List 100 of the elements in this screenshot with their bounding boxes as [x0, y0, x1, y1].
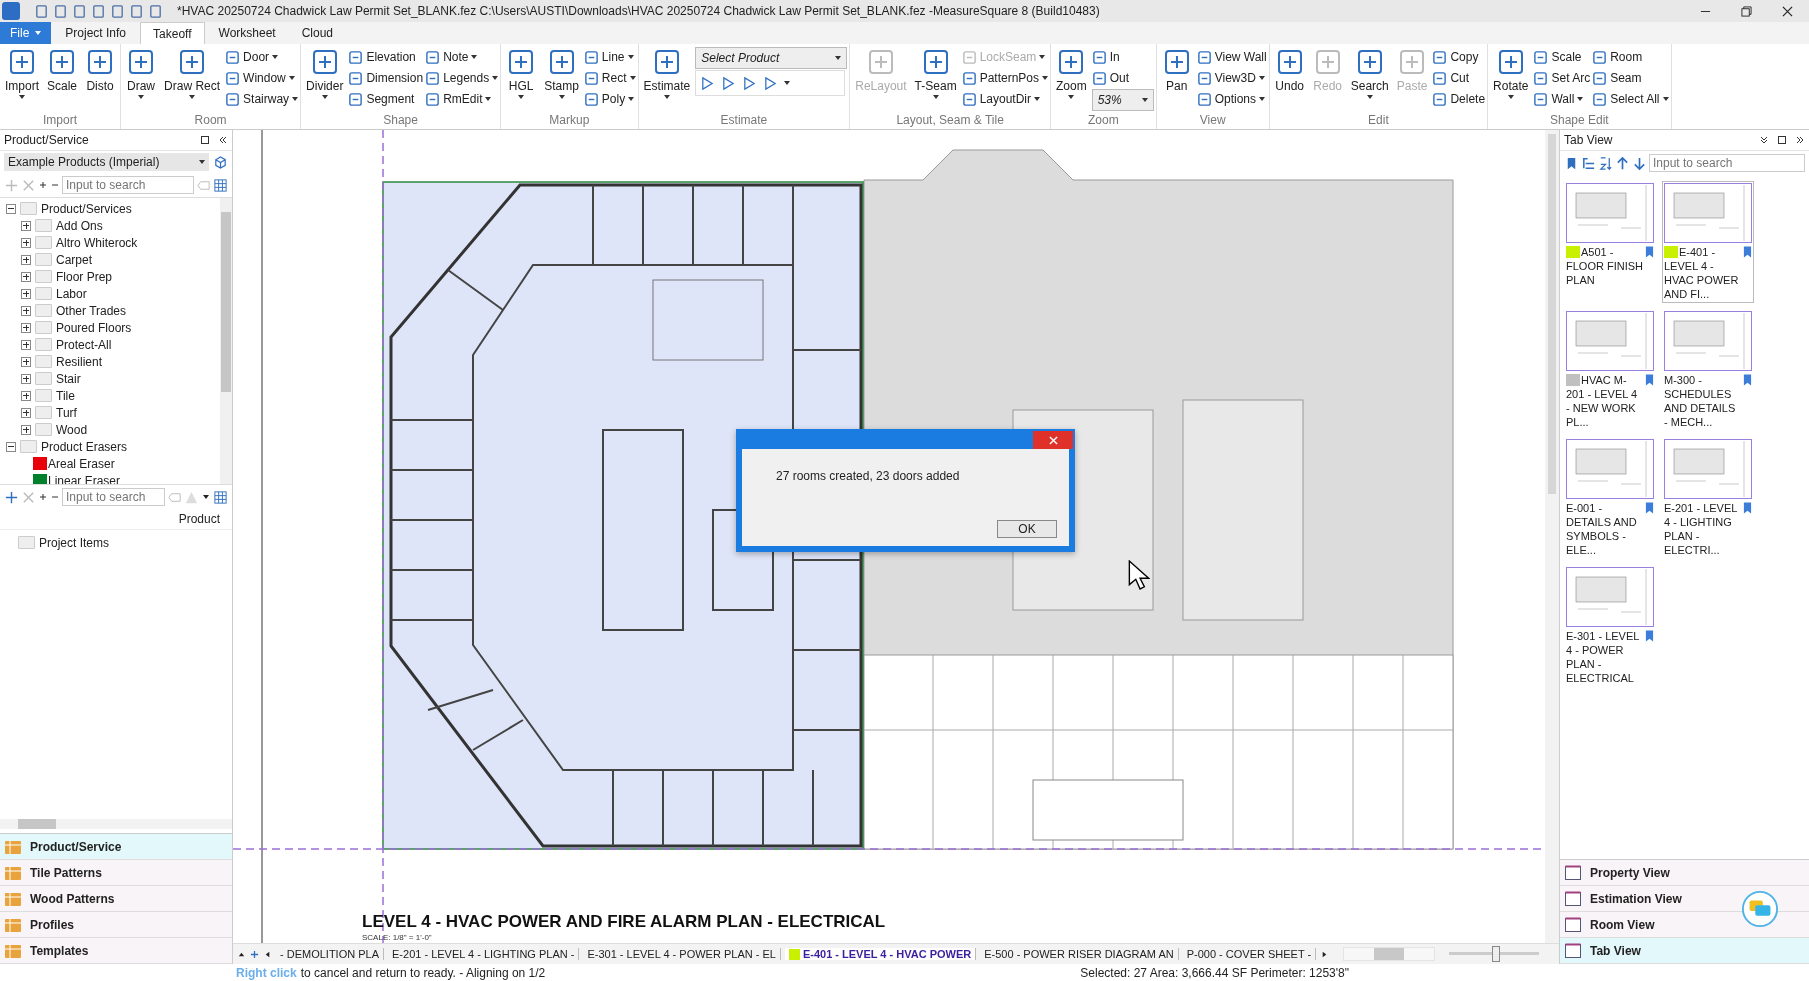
ok-button[interactable]: OK: [997, 520, 1057, 538]
tree-item[interactable]: Project Items: [0, 534, 232, 551]
panel-nav-item[interactable]: Room View: [1560, 912, 1809, 938]
grid-icon[interactable]: [213, 489, 228, 505]
add-icon[interactable]: [250, 949, 259, 959]
ribbon-button[interactable]: Door: [225, 47, 299, 67]
tree-item[interactable]: Linear Eraser: [0, 472, 220, 484]
panel-nav-item[interactable]: Property View: [1560, 860, 1809, 886]
expand-toggle-icon[interactable]: [21, 356, 31, 367]
ribbon-button[interactable]: In: [1091, 47, 1154, 67]
tree-item[interactable]: Labor: [0, 285, 220, 302]
expand-toggle-icon[interactable]: [21, 254, 31, 265]
tree-item[interactable]: Product/Services: [0, 200, 220, 217]
ribbon-button[interactable]: View3D: [1196, 68, 1267, 88]
ribbon-button[interactable]: Divider: [303, 47, 347, 99]
bookmark-icon[interactable]: [1743, 502, 1752, 514]
sheet-card[interactable]: A501 - FLOOR FINISH PLAN: [1564, 181, 1656, 303]
expand-icon[interactable]: [1795, 135, 1805, 145]
tree-item[interactable]: Tile: [0, 387, 220, 404]
tree-item[interactable]: Altro Whiterock: [0, 234, 220, 251]
collapse-icon[interactable]: [218, 135, 228, 145]
panel-nav-item[interactable]: Tile Patterns: [0, 860, 232, 886]
expand-toggle-icon[interactable]: [21, 237, 31, 248]
tree-item[interactable]: Areal Eraser: [0, 455, 220, 472]
ribbon-button[interactable]: Window: [225, 68, 299, 88]
expand-toggle-icon[interactable]: [21, 271, 31, 282]
ribbon-button[interactable]: Room: [1592, 47, 1669, 67]
ribbon-button[interactable]: View Wall: [1196, 47, 1267, 67]
ribbon-button[interactable]: Seam: [1592, 68, 1669, 88]
sheet-card[interactable]: M-300 - SCHEDULES AND DETAILS - MECH...: [1662, 309, 1754, 431]
ribbon-button[interactable]: LayoutDir: [961, 89, 1048, 109]
ribbon-button[interactable]: PatternPos: [961, 68, 1048, 88]
tree-item[interactable]: Other Trades: [0, 302, 220, 319]
ribbon-button[interactable]: RmEdit: [425, 89, 499, 109]
expand-toggle-icon[interactable]: [21, 424, 31, 435]
search-field[interactable]: Input to search: [62, 176, 194, 194]
ribbon-button[interactable]: Legends: [425, 68, 499, 88]
expand-toggle-icon[interactable]: [21, 407, 31, 418]
tree-item[interactable]: Protect-All: [0, 336, 220, 353]
ribbon-tab[interactable]: Takeoff: [140, 22, 205, 44]
ribbon-button[interactable]: Delete: [1432, 89, 1486, 109]
search-field[interactable]: Input to search: [62, 488, 165, 506]
ribbon-button[interactable]: Draw Rect: [161, 47, 224, 99]
ribbon-button[interactable]: Undo: [1271, 47, 1308, 93]
float-icon[interactable]: [1777, 135, 1787, 145]
sheet-card[interactable]: E-201 - LEVEL 4 - LIGHTING PLAN - ELECTRI...: [1662, 437, 1754, 559]
expand-toggle-icon[interactable]: [21, 339, 31, 350]
ribbon-button[interactable]: Import: [2, 47, 42, 99]
ribbon-button[interactable]: Line: [583, 47, 636, 67]
tree-item[interactable]: Resilient: [0, 353, 220, 370]
tree-item[interactable]: Poured Floors: [0, 319, 220, 336]
tree-item[interactable]: Floor Prep: [0, 268, 220, 285]
sheet-card[interactable]: HVAC M-201 - LEVEL 4 - NEW WORK PL...: [1564, 309, 1656, 431]
dropdown-field[interactable]: 53%: [1091, 89, 1154, 111]
ribbon-button[interactable]: Out: [1091, 68, 1154, 88]
tree-item[interactable]: Add Ons: [0, 217, 220, 234]
panel-nav-item[interactable]: Wood Patterns: [0, 886, 232, 912]
ribbon-tab[interactable]: Worksheet: [206, 22, 288, 44]
bookmark-icon[interactable]: [1743, 374, 1752, 386]
float-icon[interactable]: [200, 135, 210, 145]
ribbon-button[interactable]: Draw: [123, 47, 160, 99]
column-header[interactable]: Product: [0, 509, 232, 530]
file-menu-button[interactable]: File: [0, 22, 52, 44]
scrollbar[interactable]: [0, 819, 232, 829]
quick-access-icon[interactable]: [72, 3, 87, 19]
expand-toggle-icon[interactable]: [6, 203, 16, 214]
sort-icon[interactable]: [1598, 155, 1613, 171]
ribbon-button[interactable]: Stairway: [225, 89, 299, 109]
ribbon-tab[interactable]: Cloud: [289, 22, 346, 44]
close-icon[interactable]: [1782, 5, 1793, 17]
panel-nav-item[interactable]: Tab View: [1560, 938, 1809, 964]
arrow-down-icon[interactable]: [1632, 155, 1647, 171]
sheet-tab[interactable]: E-301 - LEVEL 4 - POWER PLAN - EL: [583, 948, 781, 960]
quick-access-icon[interactable]: [53, 3, 68, 19]
left-arrow-icon[interactable]: [263, 949, 272, 959]
close-button[interactable]: [1033, 431, 1073, 449]
ribbon-button[interactable]: Scale: [1533, 47, 1591, 67]
ribbon-button[interactable]: Zoom: [1053, 47, 1090, 99]
panel-nav-item[interactable]: Profiles: [0, 912, 232, 938]
ribbon-button[interactable]: Dimension: [348, 68, 424, 88]
expand-toggle-icon[interactable]: [21, 288, 31, 299]
panel-nav-item[interactable]: Product/Service: [0, 834, 232, 860]
restore-icon[interactable]: [1741, 5, 1752, 17]
ribbon-button[interactable]: Scale: [44, 47, 81, 93]
ribbon-button[interactable]: Rect: [583, 68, 636, 88]
ribbon-button[interactable]: Wall: [1533, 89, 1591, 109]
ribbon-button[interactable]: T-Seam: [911, 47, 960, 99]
tree-item[interactable]: Wood: [0, 421, 220, 438]
ribbon-button[interactable]: Note: [425, 47, 499, 67]
expand-toggle-icon[interactable]: [21, 322, 31, 333]
ribbon-button[interactable]: Segment: [348, 89, 424, 109]
tree-item[interactable]: Carpet: [0, 251, 220, 268]
tree-list-icon[interactable]: [1581, 155, 1596, 171]
ribbon-button[interactable]: Stamp: [541, 47, 582, 99]
bookmark-icon[interactable]: [1645, 246, 1654, 258]
ribbon-button[interactable]: Estimate: [640, 47, 694, 99]
sheet-tab[interactable]: - DEMOLITION PLA: [276, 948, 385, 960]
ribbon-button[interactable]: Pan: [1158, 47, 1195, 93]
quick-access-icon[interactable]: [91, 3, 106, 19]
sheet-card[interactable]: E-001 - DETAILS AND SYMBOLS - ELE...: [1564, 437, 1656, 559]
